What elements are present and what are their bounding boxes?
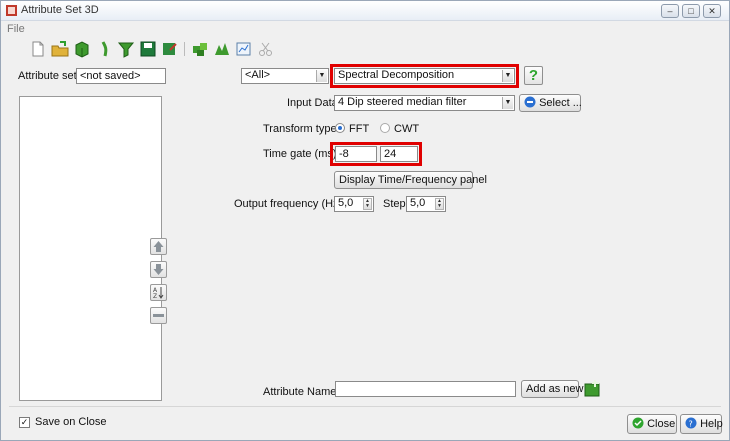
check-circle-icon [632,417,644,429]
close-window-button[interactable]: ✕ [703,4,721,18]
radio-fft[interactable] [335,123,345,133]
save-as-icon[interactable] [161,40,179,58]
down-arrow-icon[interactable] [150,261,167,278]
help-circle-icon: ? [685,417,697,429]
save-on-close-checkbox[interactable]: ✓ [19,417,30,428]
attribute-filter-value: <All> [245,69,271,81]
save-on-close-label: Save on Close [35,416,107,428]
remove-icon[interactable] [150,307,167,324]
transform-type-label: Transform type [263,123,337,135]
new-document-icon[interactable] [29,40,47,58]
app-icon [6,5,17,16]
spin-arrows-icon[interactable]: ▲ ▼ [435,198,444,210]
add-as-new-button[interactable]: Add as new [521,380,583,398]
footer-separator [9,406,721,407]
output-frequency-spinner[interactable]: 5,0 ▲ ▼ [334,196,374,212]
filter-icon[interactable] [117,40,135,58]
output-frequency-label: Output frequency (Hz) [234,198,343,210]
attribute-set-window: Attribute Set 3D – □ ✕ File Attribute se… [0,0,730,441]
select-input-button[interactable]: Select ... [519,94,582,112]
open-folder-icon[interactable] [51,40,69,58]
attribute-filter-combo[interactable]: <All> ▼ [241,68,329,84]
display-time-frequency-button[interactable]: Display Time/Frequency panel [334,171,487,189]
menu-file[interactable]: File [7,23,25,35]
cubes-icon[interactable] [191,40,209,58]
spin-arrows-icon[interactable]: ▲ ▼ [363,198,372,210]
green-cube-icon[interactable] [73,40,91,58]
green-cubes-icon[interactable] [213,40,231,58]
chart-icon[interactable] [235,40,253,58]
input-data-value: 4 Dip steered median filter [338,96,467,108]
help-button-label: Help [700,418,723,430]
scissors-icon[interactable] [257,40,275,58]
input-data-label: Input Data [287,97,338,109]
maximize-button[interactable]: □ [682,4,700,18]
close-button-label: Close [647,418,676,430]
radio-cwt[interactable] [380,123,390,133]
menu-bar: File [1,21,729,37]
output-frequency-value: 5,0 [338,197,354,209]
attribute-set-label: Attribute set [18,70,77,82]
up-arrow-icon[interactable] [150,238,167,255]
wells-icon[interactable] [95,40,113,58]
chevron-down-icon: ▼ [316,70,327,82]
close-button[interactable]: Close [627,414,677,434]
method-highlight-box [330,64,519,88]
toolbar [1,37,729,63]
time-gate-label: Time gate (ms) [263,148,337,160]
attribute-set-name-field[interactable]: <not saved> [76,68,166,84]
attribute-list[interactable] [19,96,162,401]
window-title: Attribute Set 3D [21,4,99,16]
chevron-down-icon: ▼ [502,97,513,109]
step-value: 5,0 [410,197,426,209]
help-question-icon[interactable]: ? [524,66,543,85]
time-gate-highlight-box [330,142,422,166]
attribute-name-label: Attribute Name [263,386,337,398]
attribute-name-field[interactable] [335,381,516,397]
input-data-combo[interactable]: 4 Dip steered median filter ▼ [334,95,515,111]
svg-text:Z: Z [153,293,157,300]
add-attribute-icon[interactable] [583,379,602,398]
radio-fft-label: FFT [349,123,370,135]
radio-cwt-label: CWT [394,123,420,135]
step-spinner[interactable]: 5,0 ▲ ▼ [406,196,446,212]
title-bar: Attribute Set 3D – □ ✕ [1,1,729,21]
help-button[interactable]: ? Help [680,414,723,434]
select-input-label: Select ... [539,97,582,109]
toolbar-separator [184,42,185,56]
select-icon [524,96,536,108]
save-icon[interactable] [139,40,157,58]
step-label: Step [383,198,406,210]
minimize-button[interactable]: – [661,4,679,18]
sort-az-icon[interactable]: AZ [150,284,167,301]
svg-text:?: ? [689,420,693,429]
